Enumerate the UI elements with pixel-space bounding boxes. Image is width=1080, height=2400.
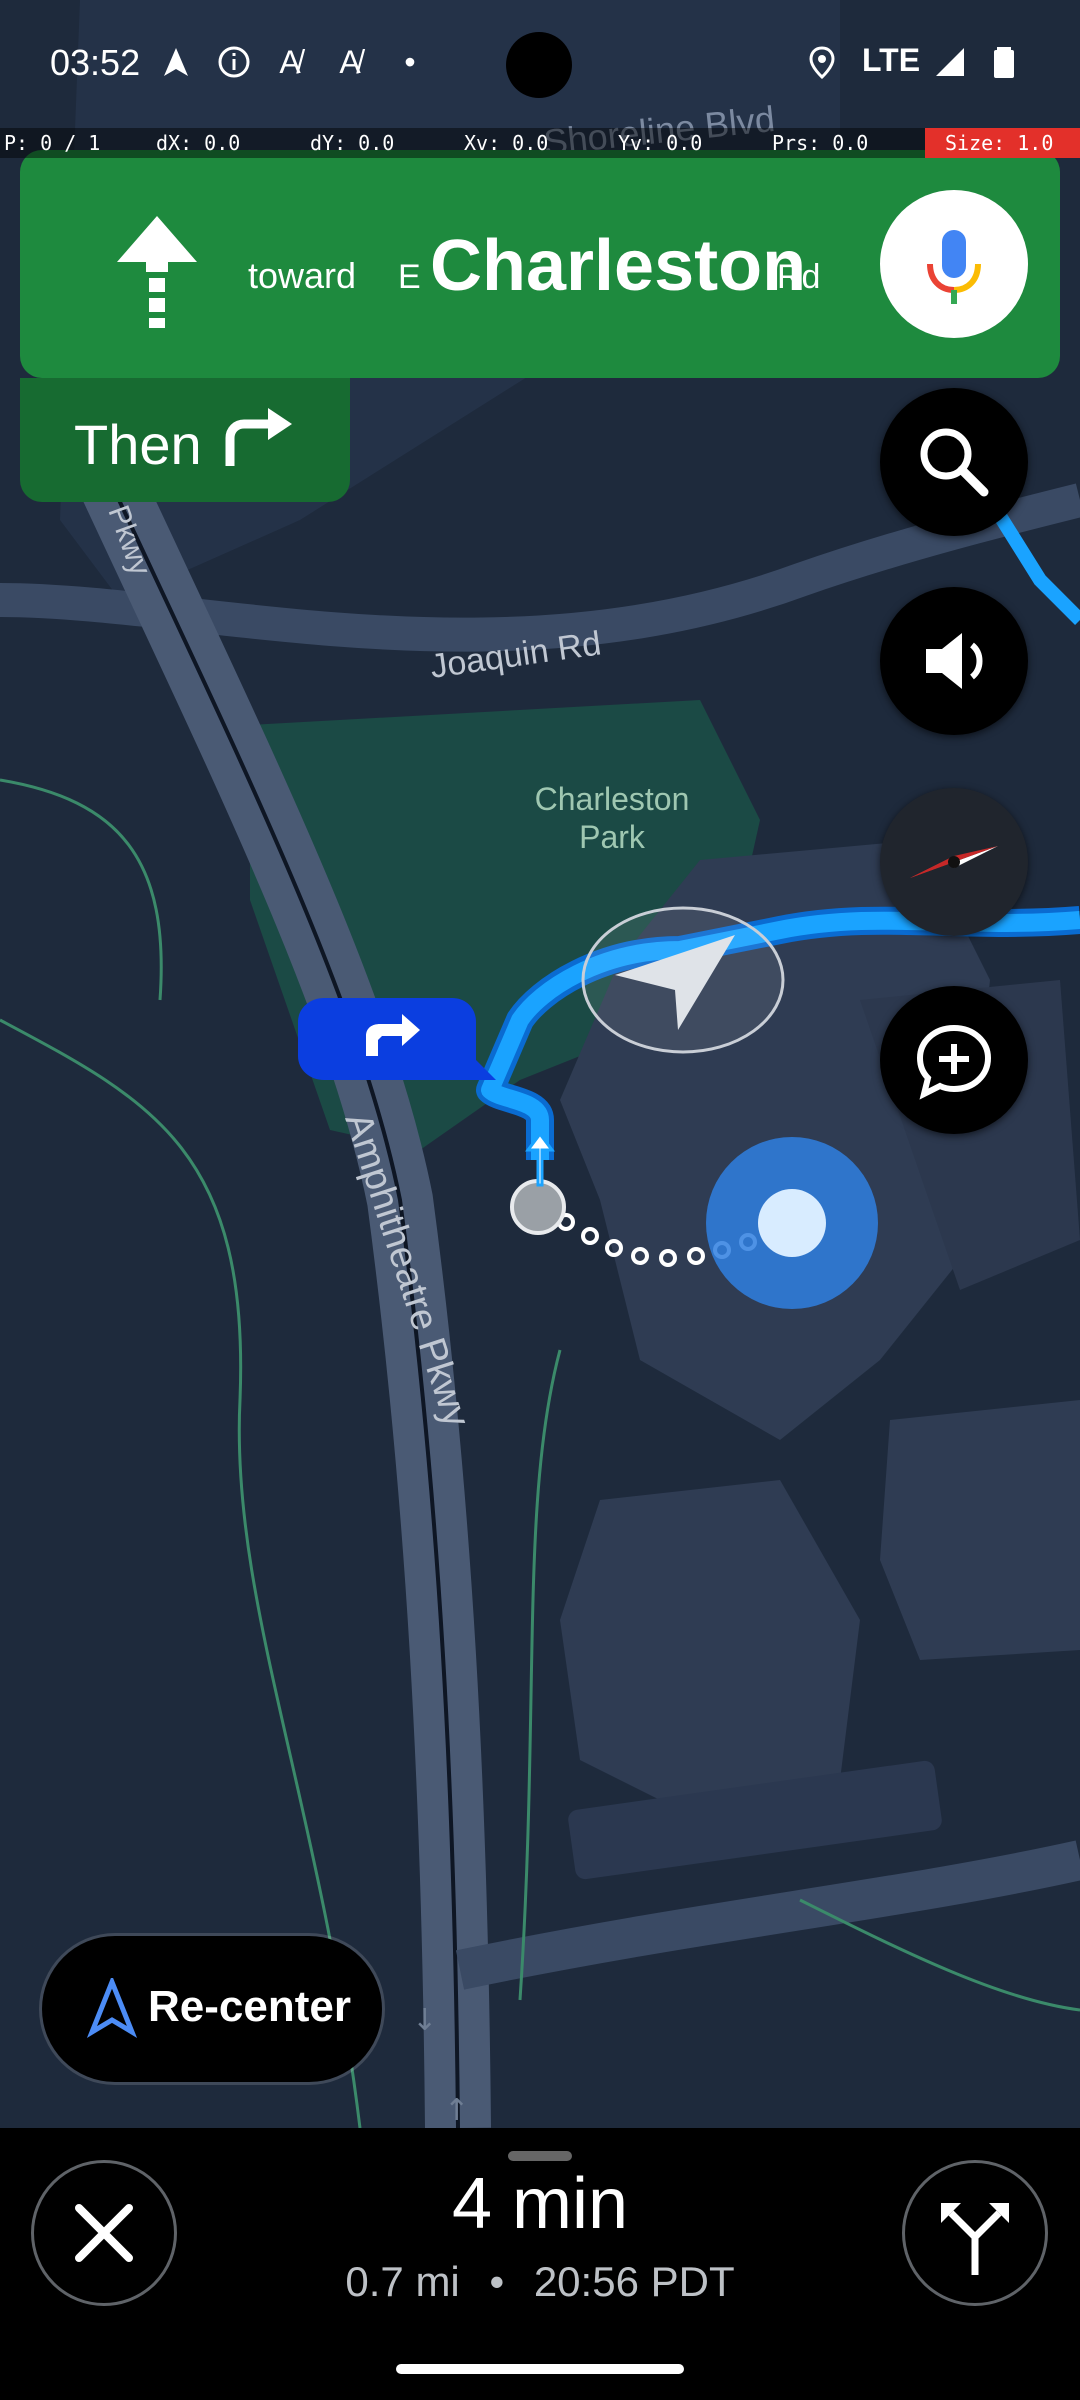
route-start-marker: [510, 1179, 566, 1235]
sound-button[interactable]: [880, 587, 1028, 735]
turn-right-icon: [225, 408, 292, 466]
south-road: [455, 1840, 1080, 1990]
debug-yv: Yv: 0.0: [618, 131, 703, 155]
debug-dx: dX: 0.0: [156, 131, 241, 155]
location-icon: [809, 46, 835, 80]
drag-handle[interactable]: [508, 2151, 572, 2161]
fork-route-icon: [941, 2203, 1009, 2275]
next-turn-panel[interactable]: Then: [20, 378, 350, 502]
debug-xv: Xv: 0.0: [464, 131, 549, 155]
microphone-icon: [927, 230, 981, 304]
svg-text:↑: ↑: [444, 2093, 469, 2128]
street-suffix: Rd: [777, 258, 821, 296]
voice-search-button[interactable]: [880, 190, 1028, 338]
battery-icon: [994, 47, 1014, 78]
debug-size: Size: 1.0: [925, 128, 1080, 158]
volume-icon: [926, 633, 983, 689]
debug-prs: Prs: 0.0: [772, 131, 869, 155]
then-label: Then: [74, 413, 202, 476]
compass-icon: [910, 846, 998, 878]
camera-cutout: [506, 32, 572, 98]
compass-button[interactable]: [880, 788, 1028, 936]
pointer-debug-bar: P: 0 / 1 dX: 0.0 dY: 0.0 Xv: 0.0 Yv: 0.0…: [0, 128, 1080, 158]
straight-arrow-icon: [117, 216, 197, 328]
trip-info-panel[interactable]: 4 min 0.7 mi • 20:56 PDT: [0, 2128, 1080, 2400]
search-icon: [920, 428, 989, 497]
trip-distance: 0.7 mi: [345, 2258, 460, 2305]
recenter-button[interactable]: Re-center: [42, 1936, 382, 2082]
street-name: Charleston: [430, 226, 807, 306]
network-label: LTE: [862, 42, 921, 78]
auto-icon: A̸: [279, 44, 301, 80]
info-icon: [218, 46, 250, 78]
search-button[interactable]: [880, 388, 1028, 536]
turn-callout: [298, 998, 496, 1080]
status-bar: 03:52 A̸ A̸ • LTE: [0, 0, 1080, 128]
add-report-button[interactable]: [880, 986, 1028, 1134]
street-prefix: E: [398, 258, 421, 296]
label-park-line2: Park: [579, 819, 646, 855]
trip-separator: •: [489, 2258, 505, 2305]
auto-icon: A̸: [339, 44, 361, 80]
building-east: [880, 1400, 1080, 1660]
arrival-time: 20:56 PDT: [533, 2258, 735, 2305]
label-park-line1: Charleston: [535, 781, 690, 817]
debug-pointer: P: 0 / 1: [4, 131, 101, 155]
signal-icon: [936, 48, 964, 76]
status-time: 03:52: [50, 42, 141, 83]
dot-icon: •: [404, 44, 416, 80]
building-south: [560, 1480, 860, 1820]
recenter-label: Re-center: [148, 1982, 351, 2031]
add-comment-icon: [916, 1024, 992, 1100]
direction-header[interactable]: toward E Charleston Rd: [20, 150, 1060, 378]
debug-dy: dY: 0.0: [310, 131, 395, 155]
alternate-routes-button[interactable]: [902, 2160, 1048, 2306]
toward-label: toward: [248, 255, 357, 296]
navigation-arrow-icon: [164, 48, 188, 76]
navigation-arrow-icon: [86, 1978, 138, 2038]
svg-text:↓: ↓: [412, 2003, 437, 2038]
home-indicator[interactable]: [396, 2364, 684, 2374]
